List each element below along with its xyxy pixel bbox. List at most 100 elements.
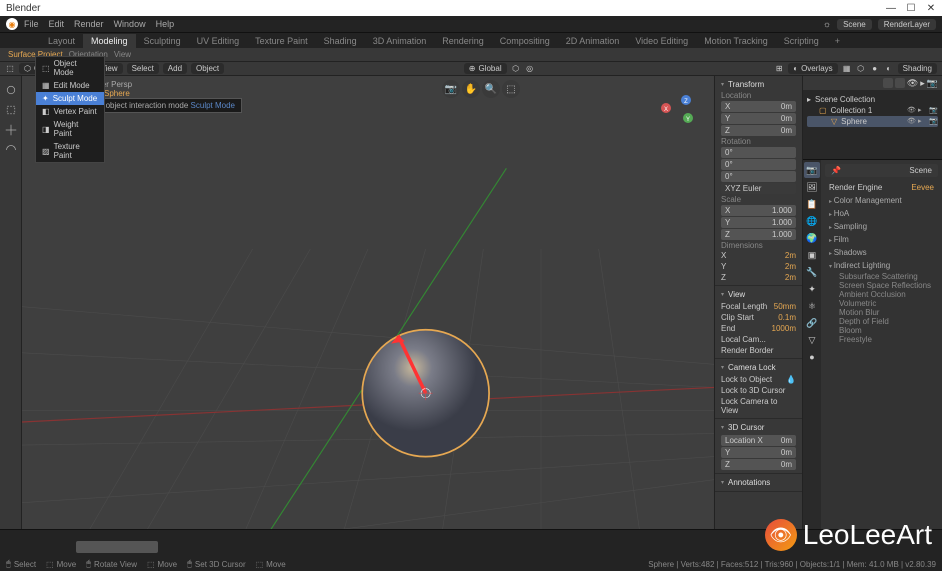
viewport-camera-icon[interactable]: 📷 bbox=[442, 80, 460, 98]
sec-hoa[interactable]: HoA bbox=[825, 207, 938, 220]
object-menu[interactable]: Object bbox=[191, 63, 224, 74]
move-tool[interactable] bbox=[1, 121, 21, 139]
viewport-3d[interactable]: User Persp (1) Sphere Z X Y 📷 ✋ 🔍 ⬚ bbox=[22, 76, 714, 570]
menu-edit[interactable]: Edit bbox=[45, 19, 69, 29]
ws-layout[interactable]: Layout bbox=[40, 34, 83, 48]
sub-freestyle[interactable]: Freestyle bbox=[825, 335, 938, 344]
sec-film[interactable]: Film bbox=[825, 233, 938, 246]
overlays-toggle[interactable]: ◐ Overlays bbox=[788, 63, 837, 74]
lockcursor-check[interactable]: Lock to 3D Cursor bbox=[721, 385, 796, 396]
object-tab[interactable]: ▣ bbox=[804, 247, 820, 263]
renderborder-label[interactable]: Render Border bbox=[721, 346, 773, 355]
scl-y[interactable]: Y1.000 bbox=[721, 217, 796, 228]
sec-indirect[interactable]: Indirect Lighting bbox=[825, 259, 938, 272]
editor-type-icon[interactable]: ⬚ bbox=[4, 63, 16, 75]
cursor-x[interactable]: Location X0m bbox=[721, 435, 796, 446]
transform-header[interactable]: Transform bbox=[721, 78, 796, 91]
render-header-icon[interactable]: 📷 bbox=[927, 78, 938, 89]
mode-object[interactable]: ⬚Object Mode bbox=[36, 57, 104, 79]
material-tab[interactable]: ● bbox=[804, 349, 820, 365]
world-tab[interactable]: 🌍 bbox=[804, 230, 820, 246]
mode-edit[interactable]: ▦Edit Mode bbox=[36, 79, 104, 92]
sub-bloom[interactable]: Bloom bbox=[825, 326, 938, 335]
viewport-zoom-icon[interactable]: 🔍 bbox=[482, 80, 500, 98]
eyedropper-icon[interactable]: 💧 bbox=[786, 375, 796, 384]
loc-x[interactable]: X0m bbox=[721, 101, 796, 112]
eye-header-icon[interactable]: 👁 bbox=[907, 78, 918, 89]
ws-video[interactable]: Video Editing bbox=[627, 34, 696, 48]
renderlayer-selector[interactable]: RenderLayer bbox=[878, 19, 936, 30]
sub-dof[interactable]: Depth of Field bbox=[825, 317, 938, 326]
mode-vertexpaint[interactable]: ◧Vertex Paint bbox=[36, 105, 104, 118]
solid-icon[interactable]: ● bbox=[869, 63, 881, 75]
tool-view[interactable]: View bbox=[114, 50, 131, 59]
proportional-icon[interactable]: ◎ bbox=[524, 63, 536, 75]
focal-value[interactable]: 50mm bbox=[774, 302, 796, 311]
scl-x[interactable]: X1.000 bbox=[721, 205, 796, 216]
clipend-value[interactable]: 1000m bbox=[772, 324, 796, 333]
view-header-np[interactable]: View bbox=[721, 288, 796, 301]
cursor-y[interactable]: Y0m bbox=[721, 447, 796, 458]
scl-z[interactable]: Z1.000 bbox=[721, 229, 796, 240]
render-tab[interactable]: 📷 bbox=[804, 162, 820, 178]
menu-help[interactable]: Help bbox=[152, 19, 179, 29]
select-tool[interactable] bbox=[1, 101, 21, 119]
sub-vol[interactable]: Volumetric bbox=[825, 299, 938, 308]
rot-x[interactable]: 0° bbox=[721, 147, 796, 158]
cursor-tool[interactable] bbox=[1, 81, 21, 99]
mode-texpaint[interactable]: ▨Texture Paint bbox=[36, 140, 104, 162]
loc-z[interactable]: Z0m bbox=[721, 125, 796, 136]
ws-texpaint[interactable]: Texture Paint bbox=[247, 34, 316, 48]
sec-sampling[interactable]: Sampling bbox=[825, 220, 938, 233]
sub-sss[interactable]: Subsurface Scattering bbox=[825, 272, 938, 281]
viewport-persp-icon[interactable]: ⬚ bbox=[502, 80, 520, 98]
ws-2danim[interactable]: 2D Animation bbox=[558, 34, 628, 48]
annotations-header[interactable]: Annotations bbox=[721, 476, 796, 489]
loc-y[interactable]: Y0m bbox=[721, 113, 796, 124]
select-menu[interactable]: Select bbox=[127, 63, 159, 74]
lockcamera-check[interactable]: Lock Camera to View bbox=[721, 396, 796, 416]
physics-tab[interactable]: ⚛ bbox=[804, 298, 820, 314]
engine-value[interactable]: Eevee bbox=[911, 183, 934, 192]
ws-sculpting[interactable]: Sculpting bbox=[136, 34, 189, 48]
maximize-button[interactable]: ☐ bbox=[906, 3, 916, 13]
sec-shadows[interactable]: Shadows bbox=[825, 246, 938, 259]
ws-scripting[interactable]: Scripting bbox=[776, 34, 827, 48]
lookdev-icon[interactable]: ◐ bbox=[883, 63, 895, 75]
viewlayer-tab[interactable]: 📋 bbox=[804, 196, 820, 212]
constraint-tab[interactable]: 🔗 bbox=[804, 315, 820, 331]
rot-y[interactable]: 0° bbox=[721, 159, 796, 170]
menu-window[interactable]: Window bbox=[110, 19, 150, 29]
cursor3d-header[interactable]: 3D Cursor bbox=[721, 421, 796, 434]
clipstart-value[interactable]: 0.1m bbox=[778, 313, 796, 322]
ws-comp[interactable]: Compositing bbox=[492, 34, 558, 48]
menu-file[interactable]: File bbox=[20, 19, 43, 29]
output-tab[interactable]: 🖼 bbox=[804, 179, 820, 195]
scene-selector[interactable]: Scene bbox=[837, 19, 872, 30]
ws-motion[interactable]: Motion Tracking bbox=[696, 34, 776, 48]
xray-icon[interactable]: ▦ bbox=[841, 63, 853, 75]
sub-mblur[interactable]: Motion Blur bbox=[825, 308, 938, 317]
timeline-scrubber[interactable] bbox=[76, 541, 158, 553]
ws-shading[interactable]: Shading bbox=[316, 34, 365, 48]
scene-tab[interactable]: 🌐 bbox=[804, 213, 820, 229]
rotation-mode[interactable]: XYZ Euler bbox=[721, 183, 796, 194]
ws-modeling[interactable]: Modeling bbox=[83, 34, 136, 48]
menu-render[interactable]: Render bbox=[70, 19, 108, 29]
transform-tool[interactable] bbox=[1, 141, 21, 159]
sub-ao[interactable]: Ambient Occlusion bbox=[825, 290, 938, 299]
ws-rendering[interactable]: Rendering bbox=[434, 34, 492, 48]
viewport-pan-icon[interactable]: ✋ bbox=[462, 80, 480, 98]
cameralock-header[interactable]: Camera Lock bbox=[721, 361, 796, 374]
search-icon[interactable] bbox=[895, 78, 905, 88]
shading-dropdown[interactable]: Shading bbox=[898, 63, 937, 74]
ws-add[interactable]: + bbox=[827, 34, 848, 48]
mode-sculpt[interactable]: ✦Sculpt Mode bbox=[36, 92, 104, 105]
particle-tab[interactable]: ✦ bbox=[804, 281, 820, 297]
minimize-button[interactable]: — bbox=[886, 3, 896, 13]
ws-uv[interactable]: UV Editing bbox=[189, 34, 248, 48]
sub-ssr[interactable]: Screen Space Reflections bbox=[825, 281, 938, 290]
select-header-icon[interactable]: ▸ bbox=[920, 78, 925, 89]
mode-weightpaint[interactable]: ◨Weight Paint bbox=[36, 118, 104, 140]
sphere-row[interactable]: ▽ Sphere 👁▸📷 bbox=[807, 116, 938, 127]
